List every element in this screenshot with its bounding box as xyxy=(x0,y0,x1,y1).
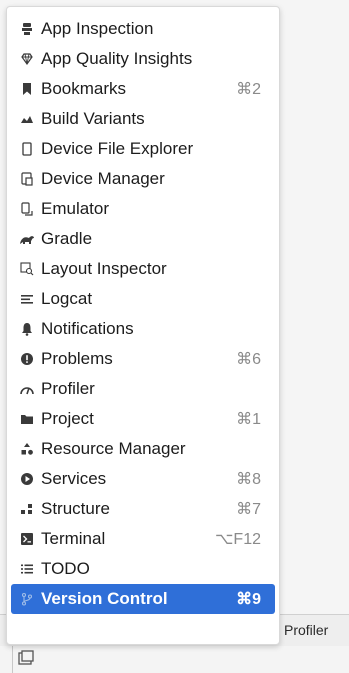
services-icon xyxy=(19,471,35,487)
menu-item-shortcut: ⌘1 xyxy=(236,411,261,428)
menu-item-version-control[interactable]: Version Control ⌘9 xyxy=(11,584,275,614)
menu-item-profiler[interactable]: Profiler xyxy=(11,375,275,403)
gauge-icon xyxy=(19,381,35,397)
menu-item-layout-inspector[interactable]: Layout Inspector xyxy=(11,255,275,283)
menu-item-notifications[interactable]: Notifications xyxy=(11,315,275,343)
menu-item-shortcut: ⌘8 xyxy=(236,471,261,488)
tool-windows-menu: App Inspection App Quality Insights Bookma… xyxy=(6,6,280,645)
menu-item-label: Notifications xyxy=(41,319,134,338)
menu-item-device-manager[interactable]: Device Manager xyxy=(11,165,275,193)
menu-item-label: Resource Manager xyxy=(41,439,186,458)
menu-item-label: Build Variants xyxy=(41,109,145,128)
status-bar xyxy=(0,646,349,673)
menu-item-label: Gradle xyxy=(41,229,93,248)
menu-item-terminal[interactable]: Terminal ⌥F12 xyxy=(11,525,275,553)
emulator-icon xyxy=(19,201,35,217)
menu-item-shortcut: ⌘6 xyxy=(236,351,261,368)
menu-item-label: Problems xyxy=(41,349,113,368)
menu-item-shortcut: ⌘9 xyxy=(236,591,261,608)
device-manager-icon xyxy=(19,171,35,187)
bell-icon xyxy=(19,321,35,337)
menu-item-emulator[interactable]: Emulator xyxy=(11,195,275,223)
menu-item-label: Device File Explorer xyxy=(41,139,194,158)
logcat-icon xyxy=(19,291,35,307)
menu-item-label: Profiler xyxy=(41,379,95,398)
menu-item-app-inspection[interactable]: App Inspection xyxy=(11,15,275,43)
menu-item-label: App Quality Insights xyxy=(41,49,193,68)
problems-icon xyxy=(19,351,35,367)
build-variants-icon xyxy=(19,111,35,127)
menu-item-project[interactable]: Project ⌘1 xyxy=(11,405,275,433)
folder-icon xyxy=(19,411,35,427)
menu-item-device-file-explorer[interactable]: Device File Explorer xyxy=(11,135,275,163)
menu-item-shortcut: ⌘2 xyxy=(236,81,261,98)
menu-item-bookmarks[interactable]: Bookmarks ⌘2 xyxy=(11,75,275,103)
menu-item-label: Device Manager xyxy=(41,169,165,188)
menu-item-structure[interactable]: Structure ⌘7 xyxy=(11,495,275,523)
menu-item-label: Layout Inspector xyxy=(41,259,167,278)
menu-item-logcat[interactable]: Logcat xyxy=(11,285,275,313)
menu-item-app-quality-insights[interactable]: App Quality Insights xyxy=(11,45,275,73)
menu-item-shortcut: ⌘7 xyxy=(236,501,261,518)
menu-item-label: Terminal xyxy=(41,529,106,548)
app-inspection-icon xyxy=(19,21,35,37)
layout-inspector-icon xyxy=(19,261,35,277)
menu-item-problems[interactable]: Problems ⌘6 xyxy=(11,345,275,373)
menu-item-label: TODO xyxy=(41,559,90,578)
menu-item-label: Logcat xyxy=(41,289,93,308)
menu-item-services[interactable]: Services ⌘8 xyxy=(11,465,275,493)
menu-item-label: Version Control xyxy=(41,589,168,608)
menu-item-resource-manager[interactable]: Resource Manager xyxy=(11,435,275,463)
menu-item-gradle[interactable]: Gradle xyxy=(11,225,275,253)
menu-item-label: Bookmarks xyxy=(41,79,127,98)
menu-item-build-variants[interactable]: Build Variants xyxy=(11,105,275,133)
device-file-icon xyxy=(19,141,35,157)
bookmark-icon xyxy=(19,81,35,97)
menu-item-todo[interactable]: TODO xyxy=(11,555,275,583)
menu-item-label: Emulator xyxy=(41,199,110,218)
profiler-tab[interactable]: Profiler xyxy=(284,622,328,638)
menu-item-label: App Inspection xyxy=(41,19,154,38)
menu-item-label: Project xyxy=(41,409,94,428)
todo-list-icon xyxy=(19,561,35,577)
branch-icon xyxy=(19,591,35,607)
terminal-icon xyxy=(19,531,35,547)
diamond-icon xyxy=(19,51,35,67)
structure-icon xyxy=(19,501,35,517)
menu-item-label: Services xyxy=(41,469,107,488)
divider xyxy=(12,646,13,673)
gradle-icon xyxy=(19,231,35,247)
menu-item-label: Structure xyxy=(41,499,110,518)
resource-manager-icon xyxy=(19,441,35,457)
menu-item-shortcut: ⌥F12 xyxy=(214,531,261,548)
tool-window-toggle-icon[interactable] xyxy=(17,650,35,668)
